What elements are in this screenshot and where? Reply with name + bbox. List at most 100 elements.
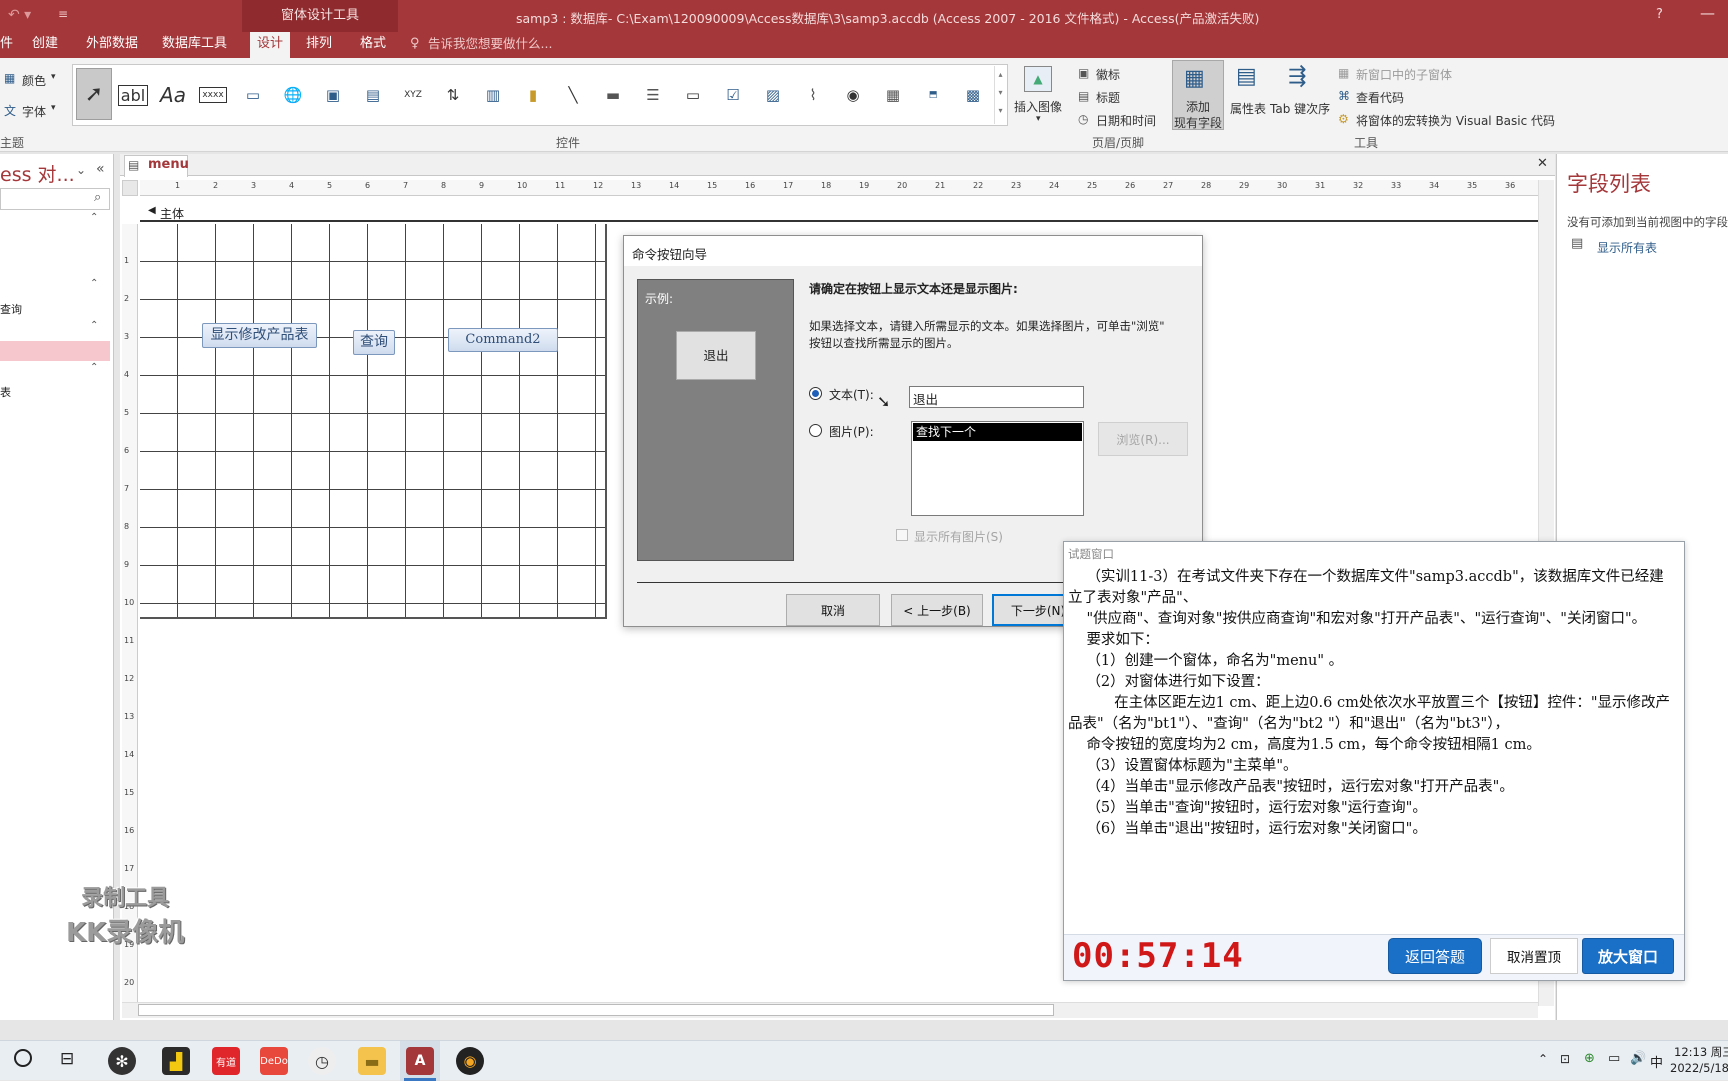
- tell-me-box[interactable]: 告诉我您想要做什么...: [428, 32, 552, 58]
- tab-design[interactable]: 设计: [250, 32, 290, 58]
- dedao-app-icon[interactable]: DeDo: [260, 1047, 288, 1075]
- page-break-icon[interactable]: ⇅: [436, 78, 470, 112]
- insert-image-button[interactable]: 插入图像: [1014, 98, 1062, 115]
- convert-macros-button[interactable]: 将窗体的宏转换为 Visual Basic 代码: [1356, 112, 1555, 129]
- unbound-object-icon[interactable]: ▩: [956, 78, 990, 112]
- undo-icon[interactable]: ↶ ▾: [8, 7, 31, 23]
- minimize-icon[interactable]: —: [1700, 4, 1715, 22]
- property-sheet-button[interactable]: 属性表: [1230, 100, 1266, 117]
- line-icon[interactable]: ╲: [556, 78, 590, 112]
- nav-pane-title[interactable]: ess 对...: [0, 160, 75, 187]
- tab-format[interactable]: 格式: [360, 32, 386, 58]
- tab-create[interactable]: 创建: [32, 32, 58, 58]
- picture-list[interactable]: 查找下一个: [911, 421, 1084, 516]
- tab-arrange[interactable]: 排列: [306, 32, 332, 58]
- clock-app-icon[interactable]: ◷: [308, 1047, 336, 1075]
- cortana-icon[interactable]: [14, 1049, 32, 1067]
- option-button-icon[interactable]: ◉: [836, 78, 870, 112]
- nav-dropdown-icon[interactable]: ⌄: [76, 163, 86, 177]
- label-control[interactable]: Aa: [156, 78, 190, 112]
- tab-database-tools[interactable]: 数据库工具: [162, 32, 227, 58]
- help-button[interactable]: ?: [1656, 7, 1663, 22]
- list-box-icon[interactable]: ☰: [636, 78, 670, 112]
- chevron-up-icon[interactable]: ⌃: [90, 362, 98, 373]
- task-view-icon[interactable]: ⊟: [60, 1049, 74, 1069]
- picture-list-item[interactable]: 查找下一个: [913, 423, 1082, 441]
- option-group-icon[interactable]: XYZ: [396, 78, 430, 112]
- picture-radio[interactable]: [809, 424, 822, 437]
- font-button[interactable]: 字体: [22, 103, 46, 120]
- scroll-thumb[interactable]: [138, 1004, 1054, 1016]
- combo-box-icon[interactable]: ▥: [476, 78, 510, 112]
- back-button[interactable]: < 上一步(B): [891, 594, 983, 626]
- text-input[interactable]: 退出: [909, 386, 1084, 408]
- view-code-button[interactable]: 查看代码: [1356, 89, 1404, 106]
- nav-item-selected[interactable]: [0, 341, 110, 361]
- sticky-notes-icon[interactable]: ▟: [162, 1047, 190, 1075]
- chevron-up-icon[interactable]: ⌃: [90, 278, 98, 289]
- nav-item-table[interactable]: 表: [0, 384, 11, 400]
- web-browser-icon[interactable]: ▣: [316, 78, 350, 112]
- logo-button[interactable]: 徽标: [1096, 66, 1120, 83]
- toggle-button-icon[interactable]: ▬: [596, 78, 630, 112]
- clock-date[interactable]: 2022/5/18: [1670, 1061, 1728, 1075]
- search-icon[interactable]: ⌕: [94, 190, 101, 205]
- gallery-scroll[interactable]: ▴ ▾ ▾: [994, 66, 1006, 124]
- tray-app-icon[interactable]: ⊡: [1560, 1052, 1570, 1066]
- insert-image-icon[interactable]: ▲: [1024, 66, 1052, 92]
- recorder-app-icon[interactable]: ◉: [456, 1047, 484, 1075]
- datetime-button[interactable]: 日期和时间: [1096, 112, 1156, 129]
- browse-button[interactable]: 浏览(R)...: [1098, 422, 1188, 456]
- design-grid[interactable]: [140, 224, 607, 619]
- picture-option-label[interactable]: 图片(P):: [829, 423, 874, 440]
- file-explorer-icon[interactable]: ▬: [358, 1047, 386, 1075]
- network-icon[interactable]: ▭: [1608, 1051, 1620, 1066]
- clock-time[interactable]: 12:13 周三: [1674, 1044, 1728, 1060]
- tray-chevron-icon[interactable]: ⌃: [1538, 1052, 1548, 1066]
- tab-file-partial[interactable]: 件: [0, 32, 13, 58]
- close-document-icon[interactable]: ✕: [1537, 156, 1548, 171]
- access-app-icon[interactable]: A: [406, 1047, 434, 1075]
- enlarge-window-button[interactable]: 放大窗口: [1582, 938, 1674, 974]
- cancel-button[interactable]: 取消: [786, 594, 880, 626]
- caption-button[interactable]: 标题: [1096, 89, 1120, 106]
- nav-collapse-icon[interactable]: «: [96, 161, 105, 177]
- navigation-control-icon[interactable]: ▤: [356, 78, 390, 112]
- nav-item-query[interactable]: 查询: [0, 301, 22, 317]
- chart-icon[interactable]: ▮: [516, 78, 550, 112]
- button-control[interactable]: xxxx: [196, 78, 230, 112]
- tray-security-icon[interactable]: ⊕: [1584, 1051, 1595, 1066]
- button-show-products[interactable]: 显示修改产品表: [202, 323, 317, 348]
- youdao-app-icon[interactable]: 有道: [212, 1047, 240, 1075]
- button-query[interactable]: 查询: [353, 330, 395, 355]
- ruler-tick-label: 1: [175, 181, 181, 190]
- ime-indicator[interactable]: 中: [1650, 1052, 1663, 1071]
- textbox-control[interactable]: abl: [116, 78, 150, 112]
- customize-icon[interactable]: ≡: [58, 7, 68, 21]
- show-all-tables-link[interactable]: 显示所有表: [1597, 239, 1657, 256]
- bound-object-icon[interactable]: ⬒: [916, 78, 950, 112]
- return-answer-button[interactable]: 返回答题: [1388, 938, 1482, 974]
- button-command2[interactable]: Command2: [448, 328, 558, 352]
- tab-external-data[interactable]: 外部数据: [86, 32, 138, 58]
- text-option-label[interactable]: 文本(T):: [829, 386, 874, 403]
- chevron-up-icon[interactable]: ⌃: [90, 320, 98, 331]
- chevron-up-icon[interactable]: ⌃: [90, 212, 98, 223]
- document-tab-label[interactable]: menu: [148, 157, 189, 172]
- attachment-icon[interactable]: ⌇: [796, 78, 830, 112]
- section-bar-detail[interactable]: [140, 202, 1538, 222]
- select-pointer-icon[interactable]: ➚: [76, 68, 112, 120]
- show-all-pictures-checkbox[interactable]: [896, 529, 908, 541]
- color-button[interactable]: 颜色: [22, 72, 46, 89]
- pinwheel-app-icon[interactable]: ✻: [108, 1047, 136, 1075]
- unpin-button[interactable]: 取消置顶: [1490, 938, 1578, 974]
- tab-order-button[interactable]: Tab 键次序: [1270, 100, 1330, 117]
- checkbox-icon[interactable]: ☑: [716, 78, 750, 112]
- image-icon[interactable]: ▨: [756, 78, 790, 112]
- rectangle-icon[interactable]: ▭: [676, 78, 710, 112]
- tab-control-icon[interactable]: ▭: [236, 78, 270, 112]
- volume-icon[interactable]: 🔊: [1630, 1051, 1646, 1066]
- hyperlink-icon[interactable]: 🌐: [276, 78, 310, 112]
- subform-window-button[interactable]: 新窗口中的子窗体: [1356, 66, 1452, 83]
- subform-icon[interactable]: ▦: [876, 78, 910, 112]
